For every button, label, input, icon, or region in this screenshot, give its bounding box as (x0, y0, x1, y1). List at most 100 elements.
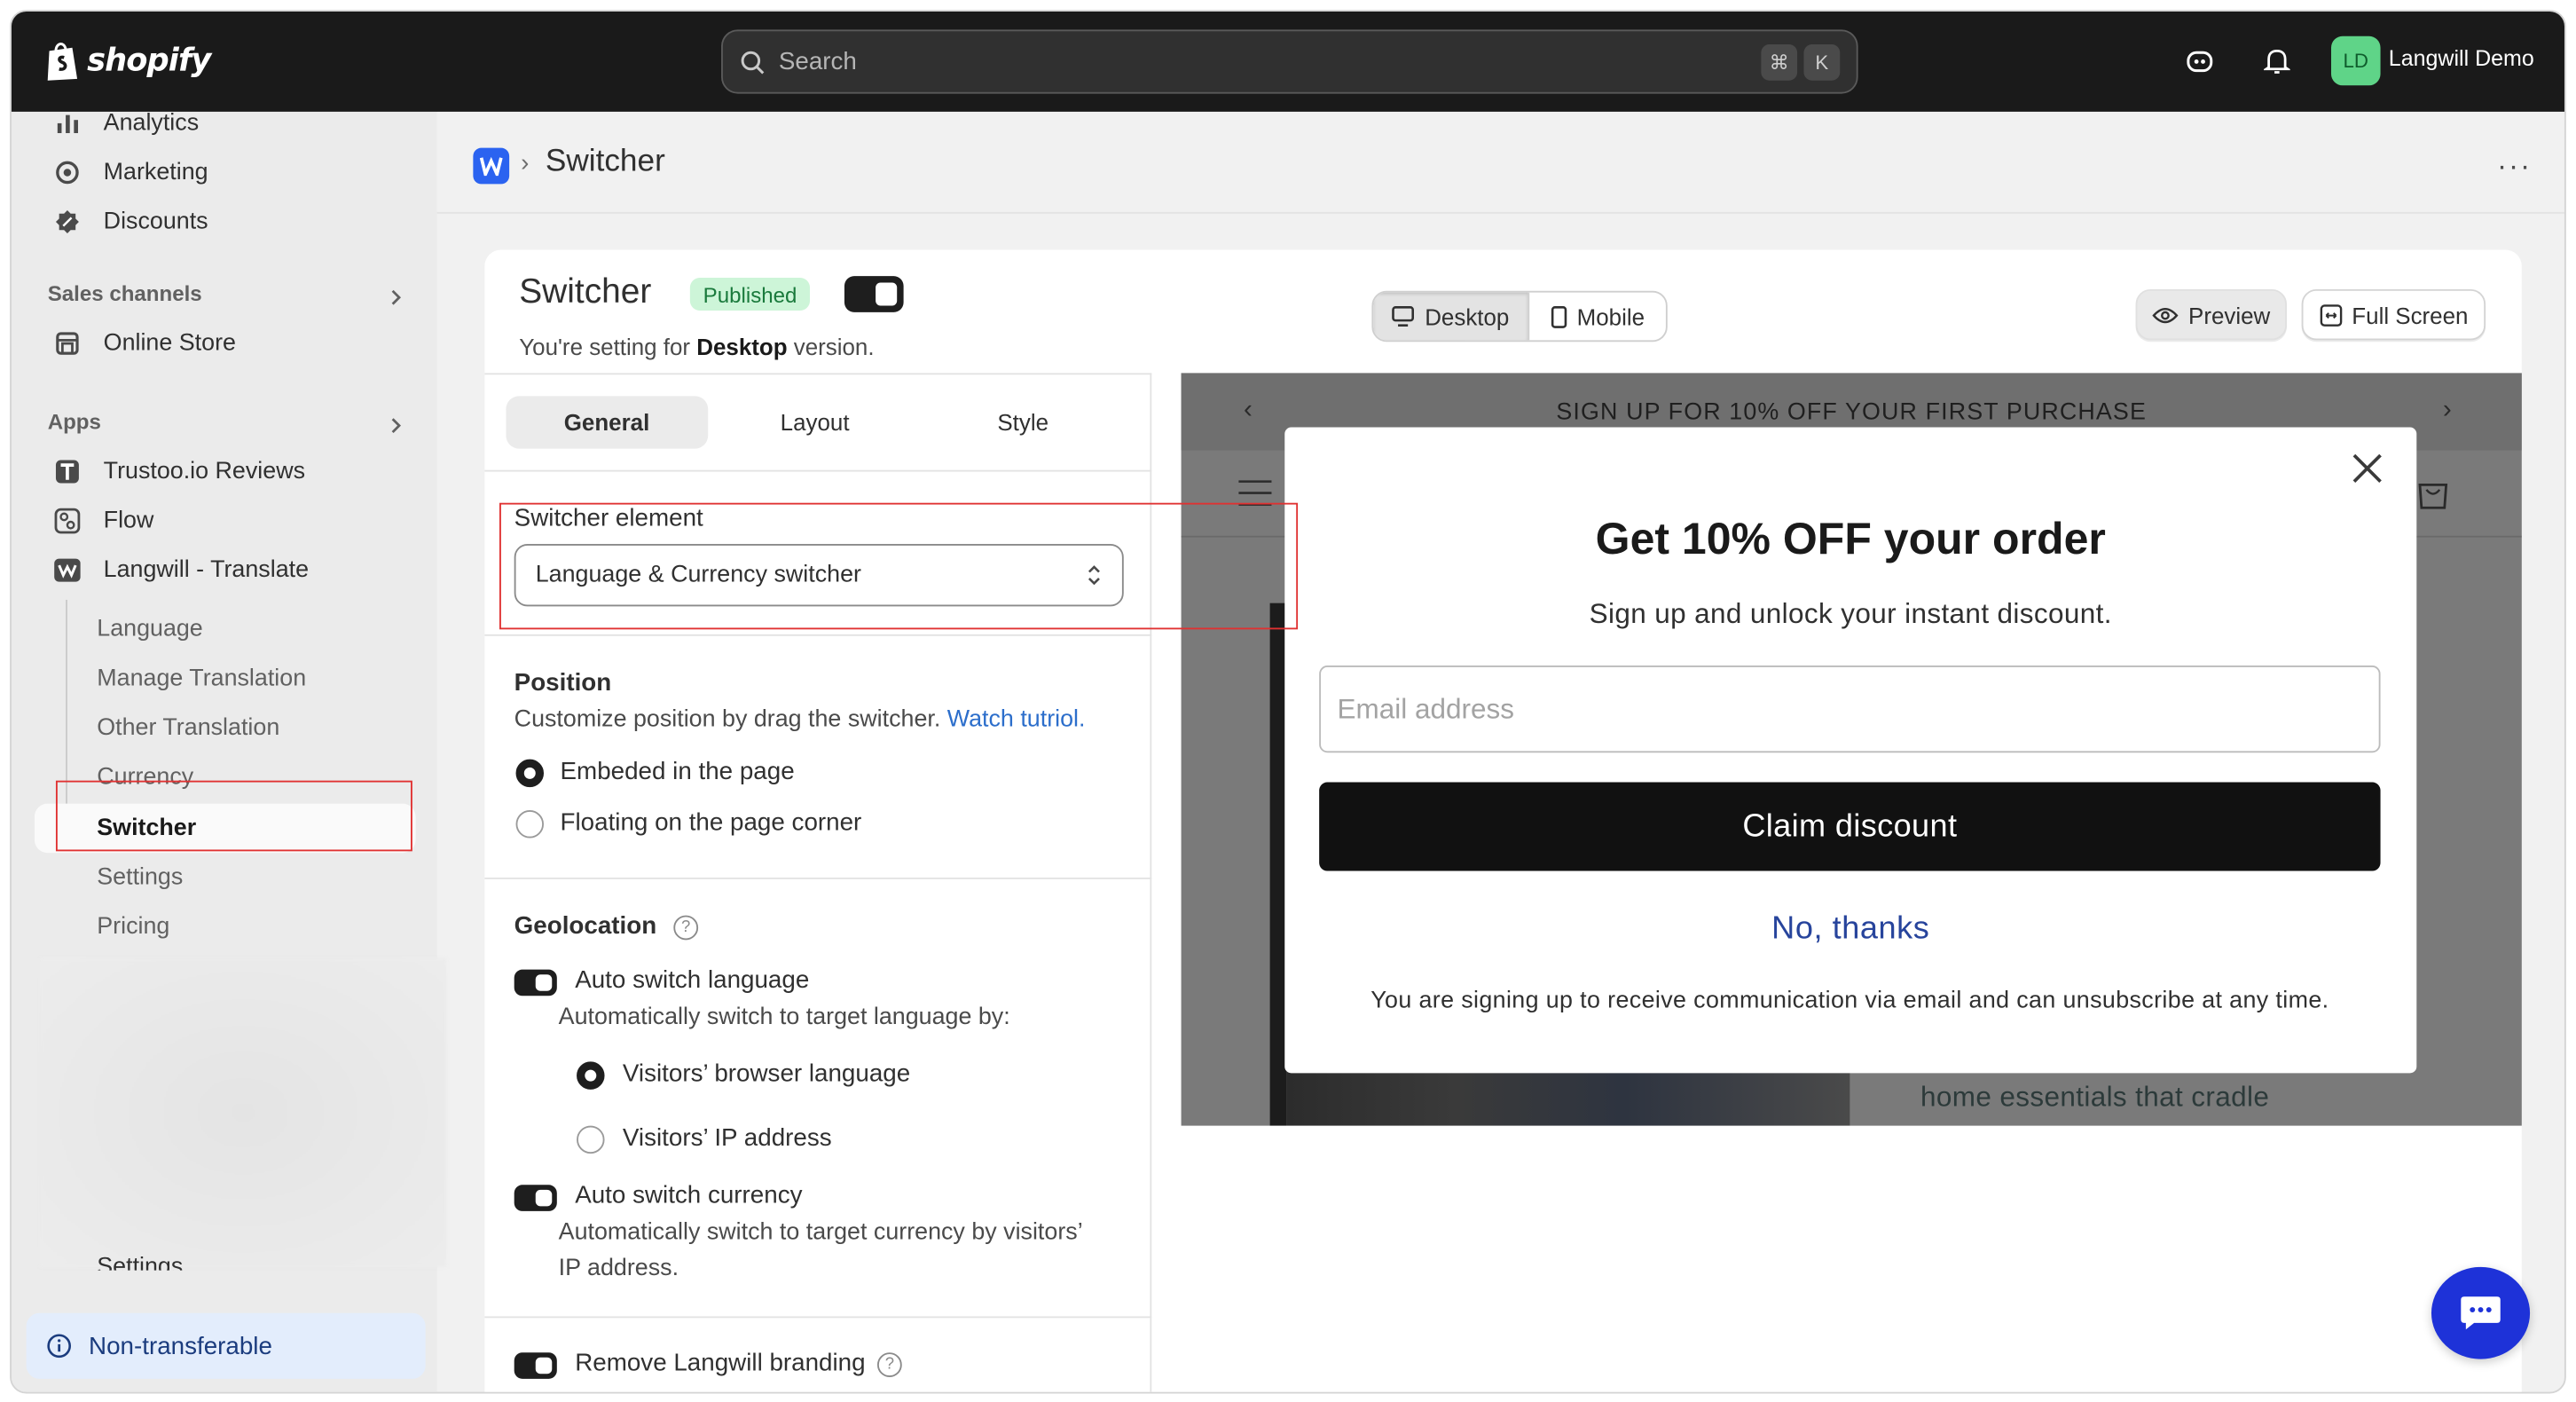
shopify-logo[interactable]: shopify (44, 39, 211, 82)
watch-tutorial-link[interactable]: Watch tutriol. (947, 706, 1086, 733)
radio-embedded-label[interactable]: Embeded in the page (561, 758, 795, 785)
page-title: Switcher (545, 144, 665, 179)
tab-layout[interactable]: Layout (714, 396, 915, 448)
auto-switch-currency-desc-2: IP address. (558, 1255, 679, 1282)
full-screen-label: Full Screen (2352, 301, 2469, 328)
langwill-icon (51, 554, 83, 587)
chat-button[interactable] (2431, 1266, 2531, 1359)
langwill-app-icon[interactable] (473, 147, 510, 185)
sidebar-item-trustoo[interactable]: Trustoo.io Reviews (35, 449, 422, 495)
preview-button[interactable]: Preview (2135, 288, 2287, 341)
sidebar-item-analytics[interactable]: Analytics (35, 100, 422, 146)
radio-embedded[interactable] (515, 759, 545, 788)
storefront-preview: SIGN UP FOR 10% OFF YOUR FIRST PURCHASE … (1181, 373, 2522, 1126)
geolocation-label: Geolocation (514, 911, 657, 941)
no-thanks-link[interactable]: No, thanks (1284, 910, 2416, 949)
highlight-switcher-element (499, 502, 1299, 630)
sidebar-item-label: Flow (103, 508, 154, 534)
radio-floating[interactable] (515, 810, 545, 839)
help-icon[interactable]: ? (673, 915, 699, 941)
desc-suffix: version. (787, 333, 875, 360)
sidebar-item-label: Langwill - Translate (103, 556, 310, 584)
apps-title[interactable]: Apps (48, 409, 101, 434)
shortcut-cmd-key: ⌘ (1761, 44, 1798, 81)
discount-icon (51, 206, 83, 239)
desktop-icon (1392, 306, 1415, 327)
trustoo-icon (51, 455, 83, 488)
tab-style[interactable]: Style (923, 396, 1124, 448)
sidebar-item-settings-partial[interactable]: Settings (97, 1254, 183, 1271)
breadcrumb-separator: › (521, 149, 530, 178)
flow-icon (51, 505, 83, 538)
sidebar-item-langwill[interactable]: Langwill - Translate (35, 547, 422, 594)
popup-title: Get 10% OFF your order (1595, 514, 2106, 564)
page-header: › Switcher ··· (436, 111, 2564, 214)
highlight-switcher-nav (55, 780, 412, 852)
store-name[interactable]: Langwill Demo (2389, 46, 2534, 71)
setting-description: You're setting for Desktop version. (519, 334, 874, 360)
discount-popup: Get 10% OFF your order Sign up and unloc… (1284, 427, 2417, 1074)
chevron-right-icon[interactable] (388, 289, 404, 306)
sidebar-item-flow[interactable]: Flow (35, 498, 422, 544)
hero-text: home essentials that cradle (1920, 1081, 2270, 1113)
non-transferable-banner[interactable]: Non-transferable (26, 1312, 426, 1379)
non-transferable-label: Non-transferable (89, 1332, 272, 1360)
status-badge: Published (689, 277, 811, 311)
preview-label: Preview (2188, 301, 2271, 328)
chevron-right-icon[interactable] (388, 417, 404, 434)
cart-icon[interactable] (2415, 475, 2451, 511)
divider (484, 877, 1152, 879)
settings-tabs: General Layout Style (506, 396, 1130, 449)
sidebar-item-marketing[interactable]: Marketing (35, 150, 422, 196)
blurred-region (39, 957, 447, 1267)
publish-toggle[interactable] (844, 276, 904, 312)
chevron-right-icon[interactable]: › (2443, 396, 2452, 425)
sidebar-item-discounts[interactable]: Discounts (35, 199, 422, 245)
avatar[interactable]: LD (2330, 35, 2381, 86)
auto-switch-language-toggle[interactable] (514, 969, 557, 996)
tab-desktop[interactable]: Desktop (1373, 292, 1528, 341)
auto-switch-currency-toggle[interactable] (514, 1185, 557, 1211)
radio-ip-address-label[interactable]: Visitors’ IP address (623, 1124, 832, 1152)
email-field[interactable]: Email address (1319, 666, 2381, 753)
sidebar-sub-settings[interactable]: Settings (97, 864, 183, 891)
sidebar: Analytics Marketing Discounts Sales chan… (11, 110, 447, 1392)
full-screen-button[interactable]: Full Screen (2301, 288, 2486, 341)
search-placeholder: Search (778, 47, 857, 76)
divider (484, 1316, 1152, 1319)
help-icon[interactable]: ? (876, 1352, 902, 1377)
more-actions-icon[interactable]: ··· (2497, 150, 2532, 185)
sidebar-sub-language[interactable]: Language (97, 617, 202, 643)
claim-discount-button[interactable]: Claim discount (1319, 782, 2381, 871)
top-bar: shopify Search ⌘ K LD Langwill Demo (11, 11, 2564, 112)
radio-browser-language-label[interactable]: Visitors’ browser language (623, 1060, 910, 1088)
chevron-left-icon[interactable]: ‹ (1244, 396, 1253, 425)
sidebar-item-label: Marketing (103, 159, 208, 186)
radio-floating-label[interactable]: Floating on the page corner (561, 808, 862, 836)
tab-mobile[interactable]: Mobile (1528, 292, 1666, 341)
sales-channels-title[interactable]: Sales channels (48, 281, 202, 306)
radio-browser-language[interactable] (577, 1061, 605, 1090)
tab-desktop-label: Desktop (1425, 303, 1510, 330)
info-icon (47, 1334, 72, 1359)
tab-mobile-label: Mobile (1576, 303, 1645, 330)
bell-icon[interactable] (2259, 43, 2296, 79)
sidebar-sub-other-translation[interactable]: Other Translation (97, 715, 279, 742)
desc-prefix: You're setting for (519, 333, 697, 360)
auto-switch-language-label: Auto switch language (575, 965, 810, 995)
tab-general[interactable]: General (506, 396, 708, 449)
logo-text: shopify (87, 43, 211, 79)
shortcut-k-key: K (1803, 44, 1841, 81)
sidebar-sub-pricing[interactable]: Pricing (97, 914, 169, 941)
email-placeholder: Email address (1337, 692, 1515, 724)
radio-ip-address[interactable] (577, 1125, 605, 1154)
auto-switch-currency-desc-1: Automatically switch to target currency … (558, 1219, 1083, 1246)
remove-branding-toggle[interactable] (514, 1352, 557, 1379)
sidekick-icon[interactable] (2181, 43, 2218, 79)
sidebar-item-online-store[interactable]: Online Store (35, 320, 422, 366)
close-icon[interactable] (2349, 450, 2385, 486)
app-window: shopify Search ⌘ K LD Langwill Demo Anal… (10, 10, 2566, 1394)
divider (484, 634, 1152, 636)
sidebar-sub-manage-translation[interactable]: Manage Translation (97, 666, 306, 692)
search-input[interactable]: Search ⌘ K (721, 29, 1858, 94)
